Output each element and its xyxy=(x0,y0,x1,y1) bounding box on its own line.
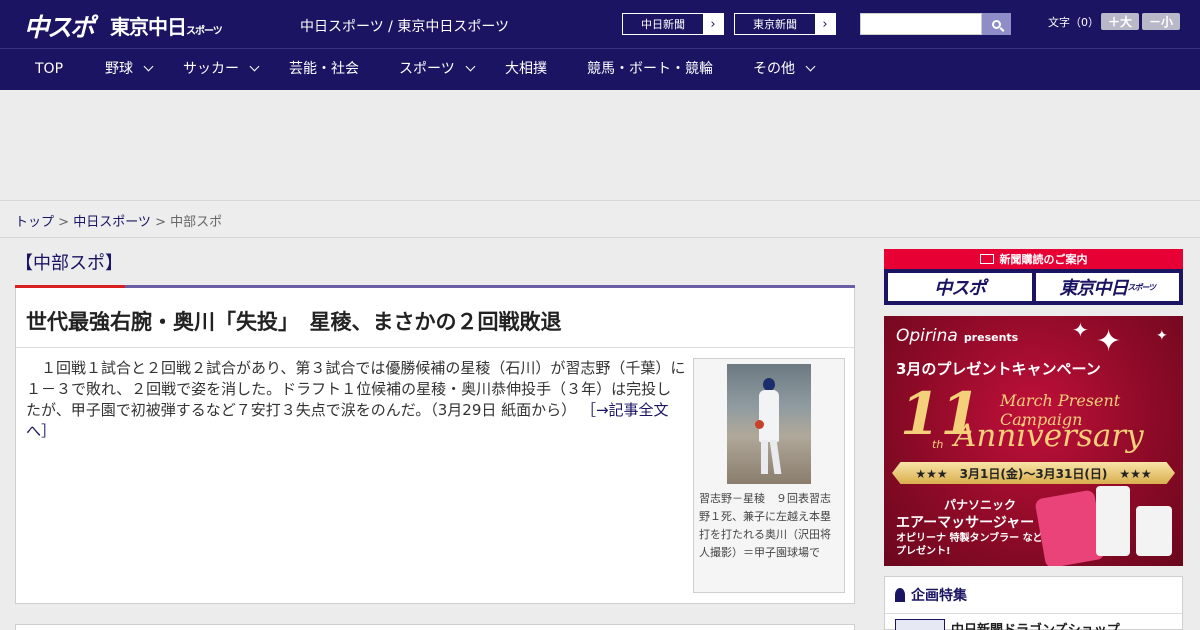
player-jersey xyxy=(759,390,779,442)
chuspo-subscribe-link[interactable]: 中スポ xyxy=(888,273,1032,301)
site-header: 中スポ 東京中日スポーツ 中日スポーツ / 東京中日スポーツ 中日新聞 › 東京… xyxy=(0,0,1200,48)
nav-item-label: スポーツ xyxy=(399,61,455,77)
nav-item-label: 競馬・ボート・競輪 xyxy=(587,61,713,77)
main-content: 【中部スポ】 世代最強右腕・奥川「失投」 星稜、まさかの２回戦敗退 １回戦１試合… xyxy=(15,239,855,630)
chuspo-logo-text: 中スポ xyxy=(934,278,986,299)
tumbler-image xyxy=(1096,486,1130,556)
tokyo-chunichi-logo-text: 東京中日 xyxy=(1059,278,1128,299)
tokyo-chunichi-logo-text: 東京中日 xyxy=(110,15,187,39)
nav-item-label: TOP xyxy=(35,61,64,77)
subscription-label: 新聞購読のご案内 xyxy=(999,253,1088,266)
font-smaller-button[interactable]: －小 xyxy=(1142,13,1180,30)
main-nav: TOP 野球 サッカー 芸能・社会 スポーツ 大相撲 競馬・ボート・競輪 その他 xyxy=(0,48,1200,90)
breadcrumb-separator: > xyxy=(54,215,74,230)
article-title[interactable]: 世代最強右腕・奥川「失投」 星稜、まさかの２回戦敗退 xyxy=(26,306,562,336)
promo-brand-name: Opirina xyxy=(896,326,958,346)
subscription-header: 新聞購読のご案内 xyxy=(884,249,1183,269)
promo-brand-suffix: presents xyxy=(963,331,1019,344)
tokyo-chunichi-logo[interactable]: 東京中日スポーツ xyxy=(110,11,223,40)
nav-item-label: サッカー xyxy=(183,61,239,77)
chunichi-shimbun-button[interactable]: 中日新聞 › xyxy=(622,13,724,35)
promo-prize-line1: パナソニック xyxy=(944,498,1017,512)
nav-item-soccer[interactable]: サッカー xyxy=(183,49,260,90)
search-button[interactable] xyxy=(982,13,1011,35)
nav-item-other[interactable]: その他 xyxy=(753,49,816,90)
promo-banner[interactable]: ✦ ✦ ✦ Opirina presents 3月のプレゼントキャンペーン 11 … xyxy=(884,316,1183,566)
chevron-down-icon xyxy=(465,61,476,72)
nav-item-baseball[interactable]: 野球 xyxy=(105,49,154,90)
ad-space xyxy=(0,90,1200,200)
article-photo[interactable] xyxy=(727,364,811,484)
next-article-card xyxy=(15,624,855,630)
breadcrumb-chunichi-link[interactable]: 中日スポーツ xyxy=(73,215,151,230)
nav-item-racing[interactable]: 競馬・ボート・競輪 xyxy=(587,49,713,90)
section-title: 【中部スポ】 xyxy=(15,253,123,274)
breadcrumb: トップ > 中日スポーツ > 中部スポ xyxy=(0,200,1200,238)
player-glove xyxy=(755,420,764,429)
feature-item[interactable]: 中日新聞ドラゴンズショップ xyxy=(895,619,1120,630)
chunichi-shimbun-label: 中日新聞 xyxy=(641,18,685,31)
tumbler-image xyxy=(1136,506,1172,556)
promo-prize-line2: エアーマッサージャー xyxy=(896,515,1035,531)
nav-item-sumo[interactable]: 大相撲 xyxy=(505,49,547,90)
promo-anniversary: Anniversary xyxy=(954,418,1144,454)
article-card: 世代最強右腕・奥川「失投」 星稜、まさかの２回戦敗退 １回戦１試合と２回戦２試合… xyxy=(15,288,855,604)
tokyo-shimbun-label: 東京新聞 xyxy=(753,18,797,31)
promo-dates: ★★★ 3月1日(金)～3月31日(日) ★★★ xyxy=(892,462,1175,484)
promo-th: th xyxy=(932,438,944,451)
sparkle-icon: ✦ xyxy=(1156,328,1168,344)
feature-thumbnail xyxy=(895,619,945,630)
nav-item-sports[interactable]: スポーツ xyxy=(399,49,476,90)
massager-image xyxy=(1034,489,1106,566)
chevron-down-icon xyxy=(805,61,816,72)
ribbon-icon xyxy=(895,588,905,602)
nav-item-label: その他 xyxy=(753,61,795,77)
nav-item-top[interactable]: TOP xyxy=(35,49,63,90)
chevron-right-icon: › xyxy=(703,14,723,34)
title-divider xyxy=(16,347,854,348)
site-title[interactable]: 中日スポーツ / 東京中日スポーツ xyxy=(300,16,509,36)
font-size-label: 文字（0） xyxy=(1048,16,1099,29)
player-leg xyxy=(769,440,782,474)
nav-item-entertainment[interactable]: 芸能・社会 xyxy=(289,49,359,90)
tokyo-chunichi-logo-small: スポーツ xyxy=(186,26,223,37)
nav-item-label: 芸能・社会 xyxy=(289,61,359,77)
sparkle-icon: ✦ xyxy=(1072,318,1089,342)
feature-item-label: 中日新聞ドラゴンズショップ xyxy=(951,619,1120,630)
section-header: 【中部スポ】 xyxy=(15,239,855,288)
breadcrumb-current: 中部スポ xyxy=(170,215,223,230)
feature-title: 企画特集 xyxy=(911,588,967,604)
photo-figure: 習志野－星稜 ９回表習志野１死、兼子に左越え本塁打を打たれる奥川（沢田将人撮影）… xyxy=(693,358,845,593)
article-summary: １回戦１試合と２回戦２試合があり、第３試合では優勝候補の星稜（石川）が習志野（千… xyxy=(26,358,686,442)
breadcrumb-separator: > xyxy=(150,215,171,230)
breadcrumb-top-link[interactable]: トップ xyxy=(15,215,54,230)
promo-prize-line3: オピリーナ 特製タンブラー など プレゼント! xyxy=(896,533,1043,557)
feature-box: 企画特集 中日新聞ドラゴンズショップ xyxy=(884,576,1183,630)
tokyo-shimbun-button[interactable]: 東京新聞 › xyxy=(734,13,836,35)
photo-caption: 習志野－星稜 ９回表習志野１死、兼子に左越え本塁打を打たれる奥川（沢田将人撮影）… xyxy=(699,492,831,559)
font-larger-button[interactable]: ＋大 xyxy=(1101,13,1139,30)
chevron-down-icon xyxy=(249,61,260,72)
subscription-logos: 中スポ 東京中日 スポーツ xyxy=(888,273,1179,301)
search-input[interactable] xyxy=(860,13,982,35)
sparkle-icon: ✦ xyxy=(1096,324,1122,359)
nav-item-label: 野球 xyxy=(105,61,133,77)
tokyo-chunichi-logo-small: スポーツ xyxy=(1127,282,1156,292)
search-form xyxy=(860,13,1011,35)
chuspo-logo[interactable]: 中スポ xyxy=(24,8,95,44)
newspaper-icon xyxy=(979,254,994,264)
promo-campaign: 3月のプレゼントキャンペーン xyxy=(896,360,1101,378)
chevron-right-icon: › xyxy=(815,14,835,34)
player-leg xyxy=(761,440,768,474)
tokyo-chunichi-subscribe-link[interactable]: 東京中日 スポーツ xyxy=(1035,273,1179,301)
subscription-banner[interactable]: 新聞購読のご案内 中スポ 東京中日 スポーツ xyxy=(884,249,1183,305)
chevron-down-icon xyxy=(143,61,154,72)
search-icon xyxy=(992,19,1001,29)
promo-brand: Opirina presents xyxy=(896,326,1018,346)
feature-header: 企画特集 xyxy=(885,577,1182,614)
nav-item-label: 大相撲 xyxy=(505,61,547,77)
